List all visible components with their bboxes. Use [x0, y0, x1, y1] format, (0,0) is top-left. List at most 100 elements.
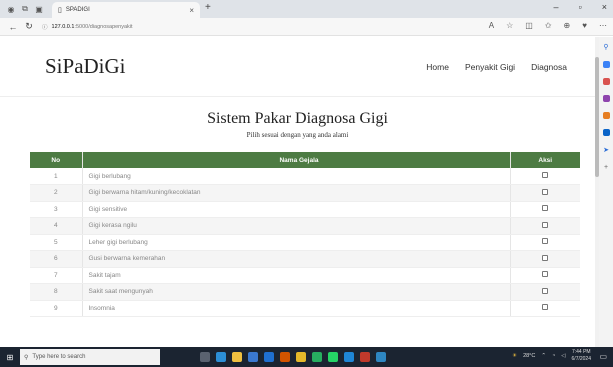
weather-temperature[interactable]: 28°C: [523, 353, 535, 359]
volume-icon[interactable]: ◁: [561, 353, 565, 359]
profile-icon[interactable]: ◉: [4, 2, 18, 16]
extensions-icon[interactable]: ⊕: [564, 21, 571, 30]
symptom-name: Sakit tajam: [82, 267, 511, 284]
store-icon[interactable]: [248, 352, 258, 362]
table-row: 4 Gigi kerasa ngilu: [30, 217, 580, 235]
table-row: 8 Sakit saat mengunyah: [30, 283, 580, 301]
symptom-checkbox[interactable]: [542, 254, 549, 261]
clock-date: 6/7/2024: [571, 356, 591, 362]
more-icon[interactable]: ⋯: [599, 21, 607, 30]
close-window-icon[interactable]: ×: [602, 2, 607, 12]
send-icon[interactable]: ➤: [603, 146, 609, 154]
table-row: 2 Gigi berwarna hitam/kuning/kecoklatan: [30, 184, 580, 202]
symptom-checkbox[interactable]: [542, 271, 549, 278]
chrome-icon[interactable]: [296, 352, 306, 362]
menu-penyakit-gigi[interactable]: Penyakit Gigi: [465, 62, 515, 72]
tray-arrow-icon[interactable]: ⌃: [541, 353, 546, 359]
site-brand[interactable]: SiPaDiGi: [45, 54, 426, 79]
workspaces-icon[interactable]: ⧉: [18, 2, 32, 16]
symptom-name: Gigi kerasa ngilu: [82, 217, 511, 235]
column-no: No: [30, 152, 83, 168]
minimize-icon[interactable]: –: [554, 2, 559, 12]
table-row: 9 Insomnia: [30, 300, 580, 317]
file-explorer-icon[interactable]: [232, 352, 242, 362]
windows-taskbar: ⊞ ⚲ Type here to search ☀ 28°C ⌃ ◔ ◁ 7:4…: [0, 347, 613, 367]
row-number: 4: [30, 217, 83, 235]
clock-time: 7:44 PM: [571, 349, 591, 355]
app-icon[interactable]: [376, 352, 386, 362]
edge-sidebar: ⚲ ➤ +: [599, 37, 613, 347]
address-bar: ← ↻ ⓘ 127.0.0.1:5000/diagnosapenyakit A …: [0, 18, 613, 36]
site-menu: Home Penyakit Gigi Diagnosa: [426, 62, 567, 72]
url-path: :5000/diagnosapenyakit: [74, 24, 133, 30]
clock[interactable]: 7:44 PM 6/7/2024: [572, 349, 591, 363]
refresh-icon[interactable]: ↻: [22, 20, 36, 34]
shopping-icon[interactable]: [602, 78, 610, 85]
add-icon[interactable]: +: [604, 164, 608, 171]
row-number: 6: [30, 250, 83, 268]
symptom-checkbox[interactable]: [542, 221, 549, 228]
system-tray: ☀ 28°C ⌃ ◔ ◁ 7:44 PM 6/7/2024: [512, 349, 591, 363]
menu-home[interactable]: Home: [426, 62, 449, 72]
page-title: Sistem Pakar Diagnosa Gigi: [207, 110, 388, 127]
copilot-icon[interactable]: ♥: [582, 21, 587, 30]
favorites-icon[interactable]: ✩: [545, 21, 552, 30]
taskbar-search-placeholder: Type here to search: [32, 354, 86, 360]
collections-icon[interactable]: [602, 61, 610, 68]
table-row: 7 Sakit tajam: [30, 267, 580, 284]
page-icon: ▯: [58, 7, 62, 14]
tab-title: SPADIGI: [65, 7, 90, 13]
search-icon: ⚲: [24, 354, 29, 361]
app-icon[interactable]: [312, 352, 322, 362]
table-header-row: No Nama Gejala Aksi: [30, 152, 580, 168]
edge-icon[interactable]: [216, 352, 226, 362]
table-row: 3 Gigi sensitive: [30, 201, 580, 218]
symptom-checkbox[interactable]: [542, 287, 549, 294]
task-view-icon[interactable]: [200, 352, 210, 362]
row-number: 5: [30, 234, 83, 251]
table-row: 1 Gigi berlubang: [30, 168, 580, 185]
page-subtitle: Pilih sesuai dengan yang anda alami: [246, 131, 349, 139]
office-icon[interactable]: [602, 112, 610, 119]
info-icon[interactable]: ⓘ: [42, 23, 48, 31]
read-aloud-icon[interactable]: A: [489, 21, 494, 30]
windows-start-icon[interactable]: ⊞: [0, 347, 20, 367]
split-screen-icon[interactable]: ◫: [525, 21, 533, 30]
whatsapp-icon[interactable]: [328, 352, 338, 362]
symptom-name: Gigi sensitive: [82, 201, 511, 218]
app-icon[interactable]: [280, 352, 290, 362]
symptom-checkbox[interactable]: [542, 172, 549, 178]
symptom-checkbox[interactable]: [542, 205, 549, 212]
symptom-checkbox[interactable]: [542, 238, 549, 245]
symptom-name: Sakit saat mengunyah: [82, 283, 511, 301]
url-field[interactable]: ⓘ 127.0.0.1:5000/diagnosapenyakit: [42, 20, 422, 34]
row-number: 8: [30, 283, 83, 301]
symptom-checkbox[interactable]: [542, 304, 549, 311]
new-tab-button[interactable]: +: [205, 2, 211, 13]
tab-actions-icon[interactable]: ▣: [32, 2, 46, 16]
notification-icon[interactable]: ▭: [599, 352, 607, 361]
weather-icon[interactable]: ☀: [512, 353, 517, 359]
page-header: Sistem Pakar Diagnosa Gigi Pilih sesuai …: [0, 97, 595, 139]
search-icon[interactable]: ⚲: [603, 43, 608, 51]
symptom-name: Gusi berwarna kemerahan: [82, 250, 511, 268]
vscode-icon[interactable]: [344, 352, 354, 362]
symptom-checkbox[interactable]: [542, 188, 549, 195]
games-icon[interactable]: [602, 95, 610, 102]
browser-tab-bar: ◉ ⧉ ▣ ▯ SPADIGI × + – ▫ ×: [0, 0, 613, 18]
row-number: 1: [30, 168, 83, 185]
menu-diagnosa[interactable]: Diagnosa: [531, 62, 567, 72]
back-icon[interactable]: ←: [6, 20, 20, 34]
taskbar-search[interactable]: ⚲ Type here to search: [20, 349, 160, 365]
app-icon[interactable]: [360, 352, 370, 362]
mail-icon[interactable]: [264, 352, 274, 362]
browser-tab[interactable]: ▯ SPADIGI ×: [52, 2, 200, 18]
outlook-icon[interactable]: [602, 129, 610, 136]
symptom-table: No Nama Gejala Aksi 1 Gigi berlubang 2 G…: [30, 152, 580, 317]
site-navbar: SiPaDiGi Home Penyakit Gigi Diagnosa: [0, 37, 595, 97]
favorite-star-icon[interactable]: ☆: [506, 21, 513, 30]
network-icon[interactable]: ◔: [552, 353, 555, 359]
maximize-icon[interactable]: ▫: [579, 2, 582, 12]
window-controls: – ▫ ×: [554, 2, 607, 12]
close-tab-icon[interactable]: ×: [189, 6, 194, 15]
